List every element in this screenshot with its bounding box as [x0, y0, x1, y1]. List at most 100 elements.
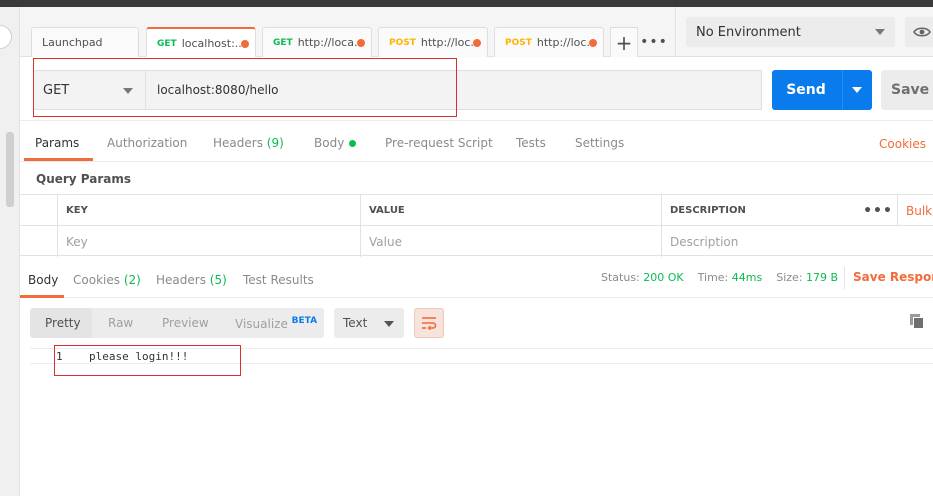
save-response-button[interactable]: Save Respons: [853, 270, 933, 284]
tab-method: GET: [157, 38, 177, 49]
tab-response-body[interactable]: Body: [28, 273, 58, 287]
tab-tests[interactable]: Tests: [516, 136, 546, 150]
request-tabs-bar: Launchpad GET localhost:... GET http://l…: [20, 7, 675, 58]
environment-select[interactable]: No Environment: [686, 17, 895, 47]
response-meta: Status: 200 OK Time: 44ms Size: 179 B: [601, 271, 838, 284]
param-key-input[interactable]: Key: [57, 226, 360, 257]
column-header-key: KEY: [57, 195, 360, 226]
view-raw[interactable]: Raw: [108, 316, 133, 330]
url-value: localhost:8080/hello: [157, 83, 279, 97]
cookies-count: (2): [123, 273, 141, 287]
tab-get-localhost[interactable]: GET localhost:...: [146, 27, 256, 58]
tab-label: http://loc...: [536, 36, 597, 49]
cookies-link[interactable]: Cookies: [879, 137, 926, 151]
active-response-tab-underline: [20, 295, 64, 298]
beta-badge: BETA: [291, 316, 318, 326]
status-label: Status:: [601, 271, 640, 284]
response-section-tabs: Body Cookies (2) Headers (5) Test Result…: [20, 262, 933, 298]
environment-bar: No Environment: [675, 7, 933, 57]
tab-settings[interactable]: Settings: [575, 136, 624, 150]
tab-method: POST: [505, 37, 532, 48]
chevron-down-icon: [123, 88, 133, 94]
status-divider: [844, 267, 845, 289]
tab-cookies-label: Cookies: [73, 273, 120, 287]
eye-icon: [913, 27, 931, 37]
wrap-lines-icon: [422, 317, 437, 330]
tab-post-http-2[interactable]: POST http://loc...: [494, 27, 604, 57]
table-row: Key Value Description: [20, 226, 933, 257]
visualize-label: Visualize: [235, 317, 288, 331]
tab-method: GET: [273, 37, 293, 48]
params-more-button[interactable]: •••: [859, 195, 897, 226]
line-number: 1: [56, 350, 63, 363]
http-method-select[interactable]: GET: [33, 70, 146, 110]
resp-headers-count: (5): [209, 273, 227, 287]
tab-prerequest-script[interactable]: Pre-request Script: [385, 136, 493, 150]
chevron-down-icon: [384, 321, 394, 327]
unsaved-dot-icon: [357, 39, 365, 47]
copy-response-button[interactable]: [909, 313, 927, 331]
new-tab-button[interactable]: +: [610, 27, 638, 57]
request-url-row: GET localhost:8080/hello Send Save: [20, 57, 933, 121]
query-params-title: Query Params: [36, 172, 132, 186]
send-label: Send: [786, 82, 826, 98]
response-format-select[interactable]: Text: [334, 308, 404, 338]
tab-authorization[interactable]: Authorization: [107, 136, 187, 150]
http-method-value: GET: [43, 82, 70, 98]
format-value: Text: [343, 316, 368, 330]
status-value: 200 OK: [643, 271, 684, 284]
tab-test-results[interactable]: Test Results: [243, 273, 314, 287]
unsaved-dot-icon: [241, 40, 249, 48]
param-value-input[interactable]: Value: [360, 226, 661, 257]
tab-label: localhost:...: [181, 37, 246, 50]
column-header-description: DESCRIPTION: [661, 195, 859, 226]
copy-icon: [910, 314, 924, 329]
query-params-table: KEY VALUE DESCRIPTION ••• Bulk Key Value…: [20, 194, 933, 257]
params-check-header: [20, 195, 57, 226]
response-view-options: Pretty Raw Preview Visualize BETA: [30, 308, 324, 338]
send-options-chevron-icon[interactable]: [852, 87, 862, 93]
tab-response-cookies[interactable]: Cookies (2): [73, 273, 141, 287]
send-divider: [842, 70, 843, 110]
tab-body[interactable]: Body: [314, 136, 357, 150]
param-description-input[interactable]: Description: [661, 226, 859, 257]
tab-params[interactable]: Params: [35, 136, 79, 150]
tab-label: Launchpad: [42, 36, 103, 49]
response-body-editor[interactable]: 1 please login!!!: [30, 348, 933, 364]
environment-selected: No Environment: [696, 24, 801, 40]
tab-post-http-1[interactable]: POST http://loc...: [378, 27, 488, 57]
params-header-row: KEY VALUE DESCRIPTION ••• Bulk: [20, 195, 933, 226]
sidebar-toggle[interactable]: [0, 25, 12, 49]
view-visualize[interactable]: Visualize BETA: [235, 316, 317, 331]
tab-launchpad[interactable]: Launchpad: [31, 27, 139, 57]
view-pretty[interactable]: Pretty: [45, 316, 81, 330]
chevron-down-icon: [875, 29, 885, 35]
environment-quick-look-button[interactable]: [905, 17, 933, 47]
tab-more-button[interactable]: •••: [639, 27, 669, 57]
tab-body-label: Body: [314, 136, 345, 150]
left-sidebar-edge: [0, 7, 20, 496]
tab-headers-label: Headers: [213, 136, 263, 150]
tab-headers[interactable]: Headers (9): [213, 136, 284, 150]
unsaved-dot-icon: [589, 39, 597, 47]
wrap-lines-button[interactable]: [414, 308, 444, 338]
bulk-edit-link[interactable]: Bulk: [897, 195, 933, 226]
send-button[interactable]: Send: [772, 70, 872, 110]
response-line: please login!!!: [89, 350, 189, 363]
sidebar-scrollbar[interactable]: [6, 132, 14, 207]
size-value: 179 B: [806, 271, 839, 284]
row-checkbox-slot: [20, 226, 57, 257]
url-input[interactable]: localhost:8080/hello: [146, 70, 762, 110]
unsaved-dot-icon: [473, 39, 481, 47]
view-preview[interactable]: Preview: [162, 316, 209, 330]
tab-resp-headers-label: Headers: [156, 273, 206, 287]
save-button[interactable]: Save: [881, 70, 933, 110]
tab-method: POST: [389, 37, 416, 48]
time-label: Time:: [697, 271, 729, 284]
tab-label: http://loca...: [297, 36, 365, 49]
tab-response-headers[interactable]: Headers (5): [156, 273, 227, 287]
tab-get-http[interactable]: GET http://loca...: [262, 27, 372, 57]
active-tab-underline: [24, 158, 93, 161]
save-label: Save: [891, 82, 930, 98]
headers-count: (9): [266, 136, 284, 150]
